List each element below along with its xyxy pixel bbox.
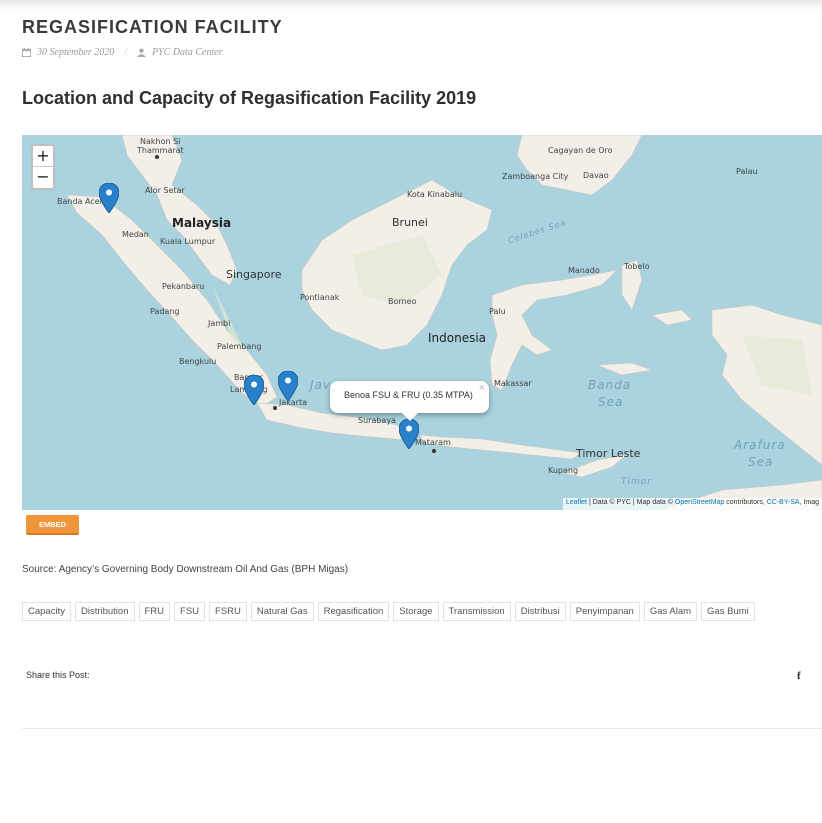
- map-label: Arafura: [734, 438, 786, 452]
- post-author[interactable]: PYC Data Center: [152, 47, 223, 58]
- map-marker-pin[interactable]: [399, 419, 419, 449]
- map-label: Kupang: [548, 466, 579, 475]
- map-label: Alor Setar: [145, 186, 185, 195]
- map-label: Pekanbaru: [162, 282, 205, 291]
- map-label: Singapore: [226, 268, 282, 281]
- marker-popup: Benoa FSU & FRU (0.35 MTPA) ×: [330, 381, 489, 421]
- source-text: Source: Agency’s Governing Body Downstre…: [22, 564, 349, 575]
- map-label: Pontianak: [300, 293, 340, 302]
- zoom-in-button[interactable]: +: [33, 146, 53, 167]
- map-label: Manado: [568, 266, 600, 275]
- map-label: Kota Kinabalu: [407, 190, 463, 199]
- city-dot: [432, 449, 436, 453]
- map-label: Jambi: [208, 319, 231, 328]
- city-dot: [155, 155, 159, 159]
- user-icon: [137, 48, 146, 57]
- map-label: Kuala Lumpur: [160, 237, 216, 246]
- map-marker-pin[interactable]: [278, 371, 298, 401]
- tag-distribusi[interactable]: Distribusi: [514, 602, 566, 621]
- top-shadow: [0, 0, 822, 11]
- tag-distribution[interactable]: Distribution: [74, 602, 135, 621]
- map-label: Sea: [748, 455, 774, 469]
- tag-regasification[interactable]: Regasification: [317, 602, 390, 621]
- post-title: REGASIFICATION FACILITY: [22, 17, 283, 37]
- calendar-icon: [22, 48, 31, 57]
- popup-text: Benoa FSU & FRU (0.35 MTPA): [344, 390, 473, 400]
- tag-penyimpanan[interactable]: Penyimpanan: [569, 602, 640, 621]
- tag-natural-gas[interactable]: Natural Gas: [250, 602, 314, 621]
- map-label: Medan: [122, 230, 149, 239]
- attribution-text: | Data © PYC | Map data ©: [587, 499, 675, 506]
- map-label: Zamboanga City: [502, 172, 569, 181]
- zoom-control: + −: [31, 144, 55, 190]
- map-label: Tobelo: [624, 262, 650, 271]
- map-label: Sea: [598, 395, 624, 409]
- map-label: Cagayan de Oro: [548, 146, 613, 155]
- map-label: Bengkulu: [179, 357, 217, 366]
- map-label: Timor Leste: [576, 447, 641, 460]
- divider: [22, 728, 822, 729]
- attribution-contrib: contributors,: [724, 499, 767, 506]
- license-link[interactable]: CC-BY-SA: [767, 499, 800, 506]
- tag-fsu[interactable]: FSU: [174, 602, 206, 621]
- post-date: 30 September 2020: [37, 47, 115, 58]
- map-label: Davao: [583, 171, 609, 180]
- city-dot: [273, 406, 277, 410]
- map-label: Timor: [621, 477, 652, 487]
- map-marker-pin[interactable]: [99, 183, 119, 213]
- share-label: Share this Post:: [26, 670, 90, 680]
- map-label: Indonesia: [428, 331, 487, 345]
- popup-close-button[interactable]: ×: [479, 382, 485, 394]
- tag-gas-bumi[interactable]: Gas Bumi: [701, 602, 755, 621]
- map-attribution: Leaflet | Data © PYC | Map data © OpenSt…: [562, 498, 822, 510]
- map-marker-pin[interactable]: [244, 375, 264, 405]
- attribution-imagery: , Imag: [799, 499, 819, 506]
- facebook-icon[interactable]: f: [797, 670, 801, 682]
- osm-link[interactable]: OpenStreetMap: [675, 499, 724, 506]
- tag-gas-alam[interactable]: Gas Alam: [643, 602, 698, 621]
- tag-capacity[interactable]: Capacity: [22, 602, 71, 621]
- tag-fsru[interactable]: FSRU: [209, 602, 247, 621]
- tag-list: Capacity Distribution FRU FSU FSRU Natur…: [22, 602, 755, 621]
- tag-fru[interactable]: FRU: [138, 602, 171, 621]
- map-label: Nakhon Si: [140, 137, 181, 146]
- map-label: Brunei: [392, 216, 428, 229]
- map-label: Makassar: [494, 379, 532, 388]
- meta-separator: /: [124, 47, 127, 58]
- zoom-out-button[interactable]: −: [33, 167, 53, 188]
- map-container[interactable]: + − Nakhon Si Thammarat Alor Setar Banda…: [22, 135, 822, 510]
- section-title: Location and Capacity of Regasification …: [22, 88, 477, 108]
- map-label: Palembang: [217, 342, 262, 351]
- post-meta: 30 September 2020 / PYC Data Center: [22, 47, 223, 58]
- map-label: Thammarat: [137, 146, 184, 155]
- map-label: Banda Aceh: [57, 197, 105, 206]
- map-label: Borneo: [388, 297, 417, 306]
- map-label: Malaysia: [172, 216, 232, 230]
- map-label: Padang: [150, 307, 180, 316]
- tag-storage[interactable]: Storage: [393, 602, 439, 621]
- leaflet-link[interactable]: Leaflet: [566, 499, 587, 506]
- map-label: Surabaya: [358, 416, 396, 425]
- map-label: Mataram: [415, 438, 451, 447]
- tag-transmission[interactable]: Transmission: [442, 602, 511, 621]
- map-label: Palau: [736, 167, 758, 176]
- map-label: Palu: [489, 307, 506, 316]
- map-label: Jav: [310, 378, 331, 392]
- embed-button[interactable]: EMBED: [26, 515, 79, 535]
- popup-tip: [402, 413, 418, 421]
- map-label: Banda: [588, 378, 632, 392]
